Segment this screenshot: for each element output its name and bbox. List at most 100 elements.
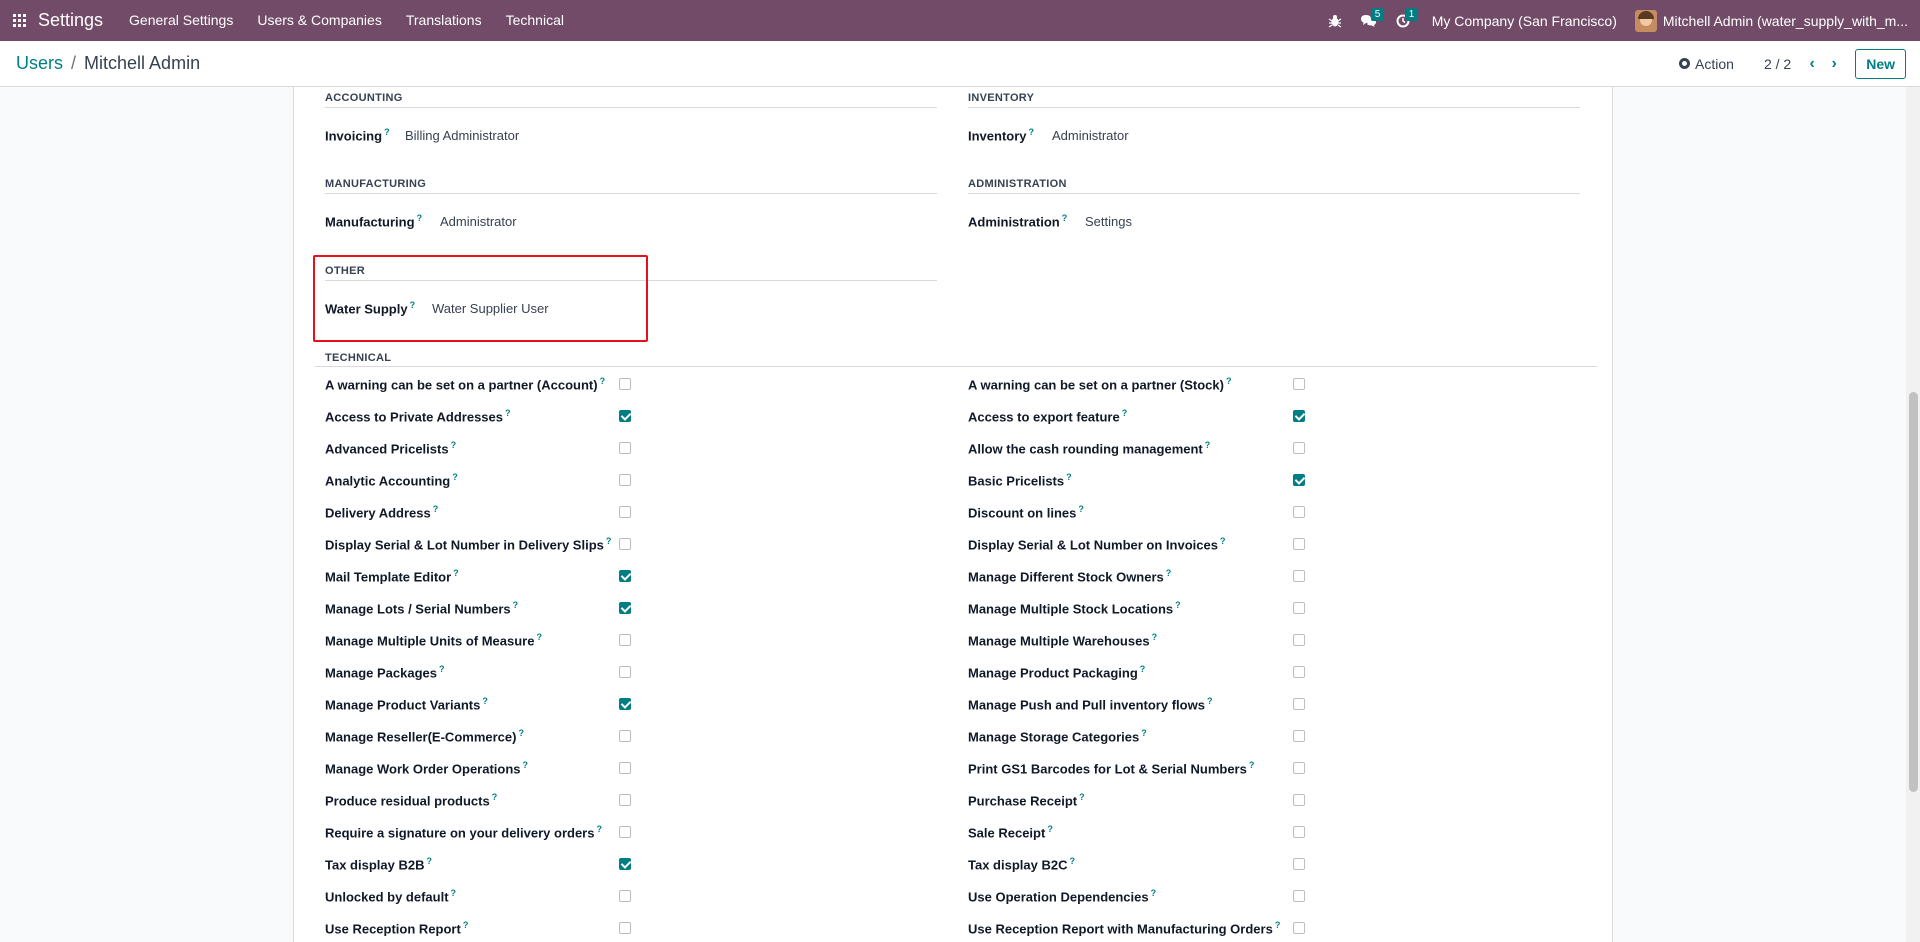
group-title-inventory: INVENTORY (968, 92, 1035, 104)
technical-option-checkbox[interactable] (1293, 378, 1305, 390)
technical-option-checkbox[interactable] (619, 378, 631, 390)
technical-option-checkbox[interactable] (619, 570, 631, 582)
technical-option-checkbox[interactable] (619, 826, 631, 838)
technical-option-label: Basic Pricelists? (968, 472, 1072, 489)
control-panel: Users / Mitchell Admin Action 2 / 2 ‹ › … (0, 41, 1920, 87)
technical-option-checkbox[interactable] (619, 474, 631, 486)
technical-option-label: Manage Multiple Stock Locations? (968, 600, 1181, 617)
technical-option-label: Require a signature on your delivery ord… (325, 824, 602, 841)
technical-option-label: Manage Product Packaging? (968, 664, 1146, 681)
group-divider (315, 366, 1597, 367)
technical-option-label: Manage Different Stock Owners? (968, 568, 1172, 585)
technical-option-label: Access to export feature? (968, 408, 1128, 425)
group-divider (325, 193, 937, 194)
group-title-manufacturing: MANUFACTURING (325, 178, 427, 190)
field-administration-select[interactable]: Settings (1085, 214, 1132, 229)
technical-option-label: Produce residual products? (325, 792, 498, 809)
technical-option-checkbox[interactable] (619, 602, 631, 614)
technical-option-label: Manage Multiple Units of Measure? (325, 632, 542, 649)
technical-option-checkbox[interactable] (619, 762, 631, 774)
technical-option-label: Print GS1 Barcodes for Lot & Serial Numb… (968, 760, 1255, 777)
messages-icon[interactable]: 5 (1352, 0, 1386, 41)
technical-option-label: Manage Product Variants? (325, 696, 488, 713)
action-label: Action (1695, 55, 1734, 72)
technical-option-label: Tax display B2B? (325, 856, 432, 873)
technical-option-label: Display Serial & Lot Number on Invoices? (968, 536, 1226, 553)
technical-option-checkbox[interactable] (619, 698, 631, 710)
vertical-scrollbar[interactable] (1906, 87, 1920, 942)
user-name: Mitchell Admin (water_supply_with_m... (1662, 12, 1908, 29)
technical-option-checkbox[interactable] (1293, 634, 1305, 646)
field-manufacturing-select[interactable]: Administrator (440, 214, 517, 229)
group-title-technical: TECHNICAL (325, 352, 392, 364)
technical-option-label: Allow the cash rounding management? (968, 440, 1211, 457)
technical-option-checkbox[interactable] (1293, 602, 1305, 614)
technical-option-checkbox[interactable] (619, 858, 631, 870)
technical-option-checkbox[interactable] (619, 538, 631, 550)
technical-option-checkbox[interactable] (1293, 442, 1305, 454)
scrollbar-thumb[interactable] (1909, 392, 1918, 792)
technical-option-checkbox[interactable] (1293, 410, 1305, 422)
technical-option-label: Manage Packages? (325, 664, 445, 681)
messages-count-badge: 5 (1370, 8, 1385, 21)
technical-option-checkbox[interactable] (619, 442, 631, 454)
breadcrumb-users-link[interactable]: Users (16, 53, 63, 74)
technical-option-checkbox[interactable] (619, 922, 631, 934)
pager-value[interactable]: 2 / 2 (1764, 56, 1791, 72)
technical-option-checkbox[interactable] (1293, 666, 1305, 678)
menu-general-settings[interactable]: General Settings (117, 0, 245, 41)
technical-option-label: Tax display B2C? (968, 856, 1075, 873)
activities-clock-icon[interactable]: 1 (1386, 0, 1420, 41)
field-label-manufacturing: Manufacturing? (325, 213, 423, 230)
action-menu-button[interactable]: Action (1679, 56, 1734, 72)
technical-option-checkbox[interactable] (619, 730, 631, 742)
group-divider (968, 193, 1580, 194)
technical-option-checkbox[interactable] (1293, 506, 1305, 518)
field-inventory-select[interactable]: Administrator (1052, 128, 1129, 143)
technical-option-checkbox[interactable] (619, 890, 631, 902)
technical-option-label: Manage Reseller(E-Commerce)? (325, 728, 524, 745)
technical-option-checkbox[interactable] (619, 410, 631, 422)
technical-option-label: Use Reception Report with Manufacturing … (968, 920, 1281, 937)
technical-option-checkbox[interactable] (1293, 538, 1305, 550)
technical-option-checkbox[interactable] (619, 666, 631, 678)
field-invoicing-select[interactable]: Billing Administrator (405, 128, 519, 143)
form-content: ACCOUNTING Invoicing? Billing Administra… (0, 87, 1920, 942)
user-menu[interactable]: Mitchell Admin (water_supply_with_m... (1634, 9, 1908, 32)
technical-option-label: A warning can be set on a partner (Accou… (325, 376, 606, 393)
menu-users-companies[interactable]: Users & Companies (245, 0, 394, 41)
group-title-administration: ADMINISTRATION (968, 178, 1067, 190)
technical-option-checkbox[interactable] (1293, 922, 1305, 934)
group-divider (325, 107, 937, 108)
pager-previous-icon[interactable]: ‹ (1801, 55, 1823, 73)
technical-option-checkbox[interactable] (1293, 826, 1305, 838)
field-label-inventory: Inventory? (968, 127, 1035, 144)
technical-option-label: Display Serial & Lot Number in Delivery … (325, 536, 612, 553)
app-brand[interactable]: Settings (38, 10, 103, 31)
technical-option-checkbox[interactable] (1293, 890, 1305, 902)
technical-option-checkbox[interactable] (1293, 698, 1305, 710)
activities-count-badge: 1 (1404, 8, 1419, 21)
breadcrumb: Users / Mitchell Admin (16, 53, 200, 74)
pager-next-icon[interactable]: › (1823, 55, 1845, 73)
technical-option-checkbox[interactable] (619, 506, 631, 518)
menu-translations[interactable]: Translations (394, 0, 494, 41)
technical-option-label: Analytic Accounting? (325, 472, 458, 489)
technical-option-checkbox[interactable] (1293, 794, 1305, 806)
technical-option-checkbox[interactable] (1293, 858, 1305, 870)
technical-option-checkbox[interactable] (1293, 474, 1305, 486)
technical-option-checkbox[interactable] (619, 794, 631, 806)
company-switcher[interactable]: My Company (San Francisco) (1432, 13, 1617, 29)
technical-option-checkbox[interactable] (619, 634, 631, 646)
technical-option-checkbox[interactable] (1293, 762, 1305, 774)
breadcrumb-current: Mitchell Admin (84, 53, 201, 73)
technical-option-checkbox[interactable] (1293, 730, 1305, 742)
apps-menu-icon[interactable] (0, 0, 38, 41)
new-button[interactable]: New (1855, 48, 1906, 79)
group-title-accounting: ACCOUNTING (325, 92, 403, 104)
menu-technical[interactable]: Technical (494, 0, 576, 41)
technical-option-label: Manage Work Order Operations? (325, 760, 529, 777)
technical-option-checkbox[interactable] (1293, 570, 1305, 582)
gear-icon (1679, 58, 1691, 69)
debug-bug-icon[interactable] (1318, 0, 1352, 41)
